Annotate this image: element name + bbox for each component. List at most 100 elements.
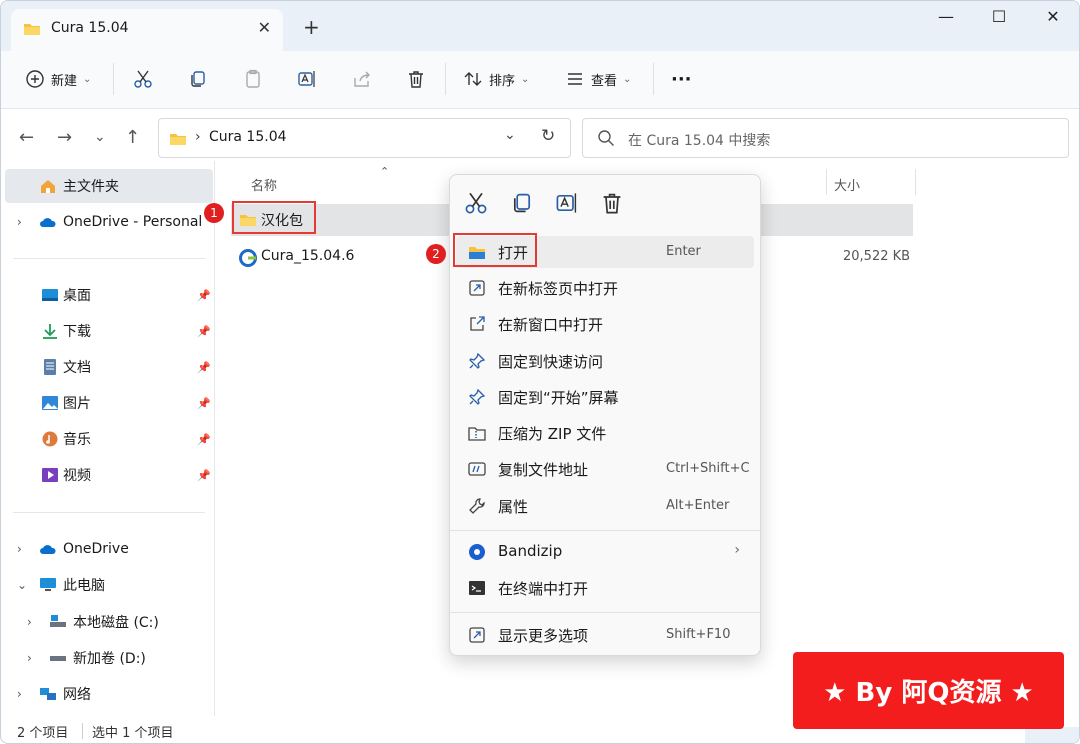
sidebar-item-onedrive[interactable]: › OneDrive bbox=[1, 532, 215, 566]
sidebar-item-pictures[interactable]: 图片 📌 bbox=[1, 386, 215, 420]
menu-item-pin-start[interactable]: 固定到“开始”屏幕 bbox=[456, 381, 754, 413]
menu-item-shortcut: Alt+Enter bbox=[666, 498, 730, 513]
sidebar-item-label: 文档 bbox=[63, 360, 91, 376]
zip-folder-icon bbox=[468, 427, 486, 441]
view-button[interactable]: 查看 ⌄ bbox=[565, 67, 631, 91]
menu-item-open-new-window[interactable]: 在新窗口中打开 bbox=[456, 308, 754, 340]
sidebar-item-drive-d[interactable]: › 新加卷 (D:) bbox=[1, 641, 215, 675]
menu-item-label: 在新标签页中打开 bbox=[498, 280, 619, 298]
up-arrow-icon[interactable]: ↑ bbox=[125, 127, 140, 148]
share-icon[interactable] bbox=[352, 67, 372, 91]
menu-item-bandizip[interactable]: Bandizip › bbox=[456, 536, 754, 568]
plus-circle-icon bbox=[26, 70, 44, 88]
sidebar-divider bbox=[13, 258, 205, 259]
toolbar-divider bbox=[113, 63, 114, 95]
status-item-count: 2 个项目 bbox=[17, 726, 69, 741]
watermark-badge: ★ By 阿Q资源 ★ bbox=[793, 652, 1064, 729]
column-divider[interactable] bbox=[826, 169, 827, 195]
sidebar-item-network[interactable]: › 网络 bbox=[1, 677, 215, 711]
breadcrumb[interactable]: Cura 15.04 bbox=[209, 129, 287, 145]
tab-cura[interactable]: Cura 15.04 ✕ bbox=[11, 9, 283, 51]
column-divider[interactable] bbox=[915, 169, 916, 195]
refresh-icon[interactable]: ↻ bbox=[541, 126, 555, 146]
chevron-right-icon[interactable]: › bbox=[27, 615, 32, 629]
sidebar-item-music[interactable]: 音乐 📌 bbox=[1, 422, 215, 456]
search-box[interactable]: 在 Cura 15.04 中搜索 bbox=[582, 118, 1069, 158]
column-header-name[interactable]: 名称 bbox=[251, 175, 277, 194]
menu-item-copy-path[interactable]: 复制文件地址 Ctrl+Shift+C bbox=[456, 453, 754, 485]
menu-item-show-more-options[interactable]: 显示更多选项 Shift+F10 bbox=[456, 619, 754, 651]
search-icon bbox=[598, 130, 614, 146]
sort-icon bbox=[464, 72, 482, 86]
chevron-down-icon[interactable]: ⌄ bbox=[17, 578, 27, 592]
terminal-icon bbox=[469, 581, 485, 595]
delete-icon[interactable] bbox=[406, 67, 426, 91]
computer-icon bbox=[40, 578, 56, 591]
sidebar-item-downloads[interactable]: 下载 📌 bbox=[1, 314, 215, 348]
search-input[interactable]: 在 Cura 15.04 中搜索 bbox=[628, 130, 770, 150]
sidebar-item-home[interactable]: 主文件夹 bbox=[5, 169, 213, 203]
annotation-box-open bbox=[453, 233, 537, 267]
toolbar-divider bbox=[653, 63, 654, 95]
pin-icon bbox=[469, 388, 486, 405]
new-button[interactable]: 新建 ⌄ bbox=[25, 67, 91, 91]
chevron-right-icon: › bbox=[734, 542, 740, 558]
paste-icon[interactable] bbox=[243, 67, 263, 91]
navigation-pane: 主文件夹 › OneDrive - Personal 桌面 📌 下载 📌 文档 … bbox=[1, 161, 215, 716]
sidebar-item-desktop[interactable]: 桌面 📌 bbox=[1, 278, 215, 312]
address-history-icon[interactable]: ⌄ bbox=[504, 127, 516, 143]
menu-item-properties[interactable]: 属性 Alt+Enter bbox=[456, 490, 754, 522]
copy-icon[interactable] bbox=[510, 191, 534, 215]
rename-icon[interactable] bbox=[297, 67, 317, 91]
menu-item-shortcut: Shift+F10 bbox=[666, 627, 731, 642]
maximize-button[interactable]: ☐ bbox=[979, 7, 1019, 31]
sidebar-item-videos[interactable]: 视频 📌 bbox=[1, 458, 215, 492]
chevron-right-icon[interactable]: › bbox=[17, 542, 22, 556]
recent-locations-icon[interactable]: ⌄ bbox=[94, 129, 106, 145]
view-toggle-area bbox=[1025, 727, 1079, 743]
copy-icon[interactable] bbox=[188, 67, 208, 91]
status-selection: 选中 1 个项目 bbox=[92, 726, 174, 741]
document-icon bbox=[44, 359, 56, 375]
toolbar-divider bbox=[445, 63, 446, 95]
new-tab-button[interactable]: + bbox=[303, 17, 320, 37]
pin-icon bbox=[469, 352, 486, 369]
annotation-step-2: 2 bbox=[426, 244, 446, 264]
chevron-right-icon[interactable]: › bbox=[17, 215, 22, 229]
menu-item-label: 在终端中打开 bbox=[498, 580, 589, 598]
menu-item-pin-quick-access[interactable]: 固定到快速访问 bbox=[456, 345, 754, 377]
chevron-right-icon[interactable]: › bbox=[17, 687, 22, 701]
home-icon bbox=[41, 180, 55, 193]
sidebar-item-this-pc[interactable]: ⌄ 此电脑 bbox=[1, 568, 215, 602]
sidebar-item-onedrive-personal[interactable]: › OneDrive - Personal bbox=[1, 205, 215, 239]
folder-icon bbox=[170, 134, 186, 145]
sidebar-item-label: 本地磁盘 (C:) bbox=[73, 615, 159, 631]
close-window-button[interactable]: ✕ bbox=[1033, 7, 1073, 31]
menu-item-compress-zip[interactable]: 压缩为 ZIP 文件 bbox=[456, 417, 754, 449]
sidebar-item-documents[interactable]: 文档 📌 bbox=[1, 350, 215, 384]
see-more-button[interactable]: ··· bbox=[671, 67, 692, 91]
menu-item-label: 固定到“开始”屏幕 bbox=[498, 389, 619, 407]
column-header-size[interactable]: 大小 bbox=[834, 175, 860, 194]
forward-arrow-icon[interactable]: → bbox=[57, 127, 72, 148]
sidebar-item-drive-c[interactable]: › 本地磁盘 (C:) bbox=[1, 605, 215, 639]
sidebar-item-label: 图片 bbox=[63, 396, 91, 412]
video-icon bbox=[42, 468, 58, 482]
chevron-right-icon[interactable]: › bbox=[27, 651, 32, 665]
menu-item-open-new-tab[interactable]: 在新标签页中打开 bbox=[456, 272, 754, 304]
copy-path-icon bbox=[468, 462, 486, 476]
minimize-button[interactable]: — bbox=[926, 7, 966, 31]
menu-item-open-terminal[interactable]: 在终端中打开 bbox=[456, 572, 754, 604]
sort-button[interactable]: 排序 ⌄ bbox=[463, 67, 529, 91]
status-divider bbox=[82, 723, 83, 739]
pictures-icon bbox=[42, 396, 58, 410]
address-bar[interactable]: › Cura 15.04 ⌄ ↻ bbox=[158, 118, 571, 158]
back-arrow-icon[interactable]: ← bbox=[19, 127, 34, 148]
command-bar: 新建 ⌄ 排序 ⌄ 查看 ⌄ ··· bbox=[1, 51, 1079, 109]
cut-icon[interactable] bbox=[133, 67, 153, 91]
close-tab-button[interactable]: ✕ bbox=[258, 18, 271, 37]
pin-icon: 📌 bbox=[197, 432, 211, 446]
cut-icon[interactable] bbox=[464, 191, 488, 215]
rename-icon[interactable] bbox=[555, 191, 579, 215]
delete-icon[interactable] bbox=[600, 191, 624, 215]
